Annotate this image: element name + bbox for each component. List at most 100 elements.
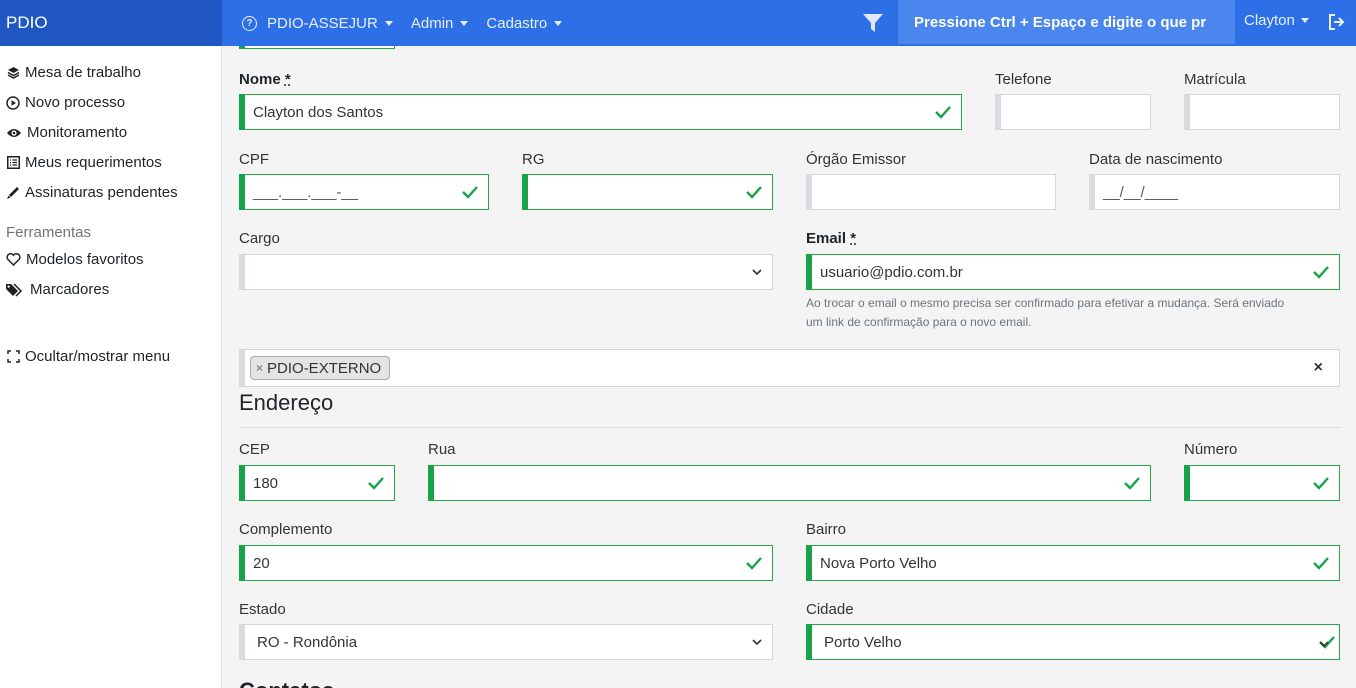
cep-value: 180	[253, 474, 279, 492]
caret-down-icon	[554, 20, 563, 26]
bairro-value: Nova Porto Velho	[820, 554, 937, 572]
sidebar-item-label: Modelos favoritos	[26, 251, 144, 268]
label-bairro: Bairro	[806, 521, 847, 538]
label-estado: Estado	[239, 601, 286, 618]
tag-chip[interactable]: × PDIO-EXTERNO	[250, 356, 391, 380]
check-icon	[935, 106, 951, 119]
play-circle-icon	[6, 95, 20, 110]
sidebar-item-meus-requerimentos[interactable]: Meus requerimentos	[6, 154, 162, 171]
label-email: Email *	[806, 230, 857, 247]
pen-icon	[6, 186, 20, 200]
label-cpf: CPF	[239, 151, 269, 168]
tag-label: PDIO-EXTERNO	[267, 359, 382, 377]
check-icon	[462, 186, 478, 199]
rg-input[interactable]	[522, 174, 773, 210]
help-icon[interactable]: ?	[242, 15, 257, 31]
cidade-select[interactable]: Porto Velho	[806, 624, 1340, 660]
menu-admin[interactable]: Admin	[411, 15, 469, 32]
brand-logo[interactable]: PDIO	[0, 0, 222, 46]
telefone-input[interactable]	[995, 94, 1151, 130]
clear-icon[interactable]: ×	[1314, 359, 1323, 377]
email-input[interactable]: usuario@pdio.com.br	[806, 254, 1340, 290]
label-data-nascimento: Data de nascimento	[1089, 151, 1223, 168]
label-cidade: Cidade	[806, 601, 854, 618]
label-telefone: Telefone	[995, 71, 1052, 88]
logout-icon[interactable]	[1328, 14, 1346, 30]
label-rua: Rua	[428, 441, 456, 458]
check-icon	[368, 477, 384, 490]
cargo-select[interactable]	[239, 254, 773, 290]
menu-label: Cadastro	[486, 14, 548, 32]
tag-remove-icon[interactable]: ×	[256, 361, 263, 375]
label-nome: Nome *	[239, 71, 291, 88]
user-name: Clayton	[1244, 12, 1295, 29]
sidebar-toggle-menu[interactable]: Ocultar/mostrar menu	[6, 348, 170, 365]
nome-input[interactable]: Clayton dos Santos	[239, 94, 962, 130]
section-title-contatos: Contatos	[239, 678, 334, 688]
user-menu[interactable]: Clayton	[1244, 12, 1309, 29]
label-cep: CEP	[239, 441, 270, 458]
menu-cadastro[interactable]: Cadastro	[486, 14, 563, 32]
sidebar-item-label: Mesa de trabalho	[25, 64, 141, 81]
chevron-down-icon	[752, 639, 762, 646]
menu-label: Admin	[410, 14, 454, 32]
nome-value: Clayton dos Santos	[253, 103, 384, 121]
bairro-input[interactable]: Nova Porto Velho	[806, 545, 1340, 581]
filter-icon[interactable]	[862, 12, 884, 34]
estado-select[interactable]: RO - Rondônia	[239, 624, 773, 660]
rua-input[interactable]	[428, 465, 1151, 501]
tags-icon	[6, 282, 25, 297]
label-rg: RG	[522, 151, 545, 168]
menu-pdio-assejur[interactable]: PDIO-ASSEJUR	[267, 15, 393, 32]
orgao-emissor-input[interactable]	[806, 174, 1056, 210]
matricula-input[interactable]	[1184, 94, 1340, 130]
field-cut-off	[239, 46, 395, 49]
email-help-text: Ao trocar o email o mesmo precisa ser co…	[806, 296, 1285, 329]
list-alt-icon	[6, 156, 20, 170]
sidebar-item-monitoramento[interactable]: Monitoramento	[6, 124, 127, 141]
sidebar-item-label: Novo processo	[25, 94, 126, 111]
sidebar-item-mesa-de-trabalho[interactable]: Mesa de trabalho	[6, 64, 141, 81]
cidade-value: Porto Velho	[824, 633, 902, 651]
caret-down-icon	[384, 20, 393, 26]
label-orgao-emissor: Órgão Emissor	[806, 151, 907, 168]
chevron-down-icon	[1319, 641, 1329, 648]
estado-value: RO - Rondônia	[257, 633, 358, 651]
top-navbar: PDIO ? PDIO-ASSEJUR Admin Cadastro Press…	[0, 0, 1356, 46]
numero-input[interactable]	[1184, 465, 1340, 501]
label-complemento: Complemento	[239, 521, 333, 538]
expand-icon	[6, 350, 20, 364]
nascimento-value: __/__/____	[1103, 183, 1179, 201]
layers-icon	[6, 66, 20, 80]
section-title-endereco: Endereço	[239, 390, 334, 415]
chevron-down-icon	[752, 269, 762, 276]
sidebar: Mesa de trabalho Novo processo Monitoram…	[0, 46, 222, 688]
check-icon	[1124, 477, 1140, 490]
complemento-input[interactable]: 20	[239, 545, 773, 581]
sidebar-item-novo-processo[interactable]: Novo processo	[6, 94, 125, 111]
sidebar-item-label: Ocultar/mostrar menu	[25, 348, 171, 365]
cpf-input[interactable]: ___.___.___-__	[239, 174, 489, 210]
cep-input[interactable]: 180	[239, 465, 395, 501]
data-nascimento-input[interactable]: __/__/____	[1089, 174, 1340, 210]
sidebar-item-label: Assinaturas pendentes	[25, 184, 178, 201]
required-mark: *	[284, 71, 291, 88]
cpf-value: ___.___.___-__	[253, 183, 359, 201]
sidebar-item-modelos-favoritos[interactable]: Modelos favoritos	[6, 251, 144, 268]
label-cargo: Cargo	[239, 230, 280, 247]
sidebar-heading-ferramentas: Ferramentas	[6, 224, 92, 241]
complemento-value: 20	[253, 554, 270, 572]
label-numero: Número	[1184, 441, 1238, 458]
sidebar-item-marcadores[interactable]: Marcadores	[6, 281, 109, 298]
groups-tag-select[interactable]: × PDIO-EXTERNO ×	[239, 349, 1340, 387]
check-icon	[1313, 557, 1329, 570]
main-form-area: Nome * Clayton dos Santos Telefone Matrí…	[223, 46, 1356, 688]
label-matricula: Matrícula	[1184, 71, 1246, 88]
heart-icon	[6, 253, 21, 267]
check-icon	[1313, 266, 1329, 279]
sidebar-item-label: Monitoramento	[27, 124, 128, 141]
sidebar-item-assinaturas-pendentes[interactable]: Assinaturas pendentes	[6, 184, 178, 201]
quick-search-input[interactable]: Pressione Ctrl + Espaço e digite o que p…	[898, 0, 1235, 44]
email-value: usuario@pdio.com.br	[820, 263, 963, 281]
check-icon	[746, 186, 762, 199]
